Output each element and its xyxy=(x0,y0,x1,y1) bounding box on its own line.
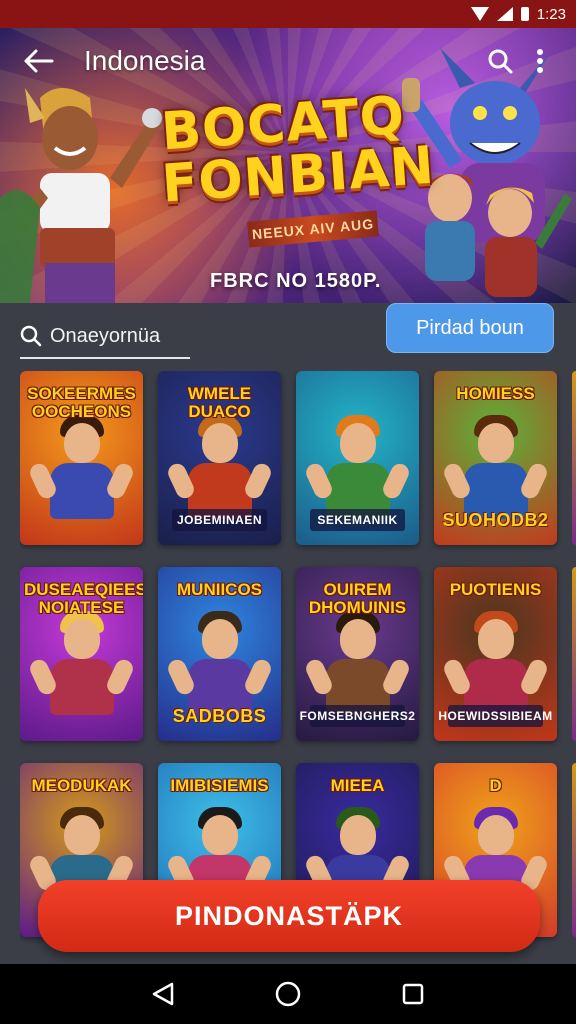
game-card-title: HOMIESS xyxy=(456,384,535,403)
game-character-body xyxy=(50,463,114,519)
game-character-head xyxy=(64,815,100,855)
game-card-subtitle: SEKEMANIIK xyxy=(310,509,405,531)
find-button[interactable]: Pirdad boun xyxy=(386,303,554,353)
hero-banner[interactable]: BOCATQ FONBIAN NEEUX AIV AUG FBRC NO 158… xyxy=(0,28,576,303)
warrior-character-left xyxy=(0,88,162,303)
game-character-arm xyxy=(104,656,136,698)
game-card-subtitle: FOMSEBNGHERS2 xyxy=(300,705,415,727)
nav-back-icon[interactable] xyxy=(143,974,183,1014)
game-card[interactable]: SOKEERMES OOCHEONS xyxy=(20,371,143,545)
game-card-title: WMELE DUACO xyxy=(187,384,252,421)
signal-icon xyxy=(496,7,513,21)
game-character-head xyxy=(340,815,376,855)
wifi-icon xyxy=(470,7,489,21)
game-card-subtitle: HOEWIDSSIBIEAM xyxy=(438,705,552,727)
game-character-head xyxy=(202,619,238,659)
battery-icon xyxy=(520,7,529,21)
nav-recents-icon[interactable] xyxy=(393,974,433,1014)
game-card-title: PUOTIENIS xyxy=(449,580,542,599)
search-row: Onaeyornüa Pirdad boun xyxy=(0,303,576,363)
game-character-head xyxy=(64,619,100,659)
game-card-subtitle: SADBOBS xyxy=(172,705,267,726)
game-card-partial[interactable] xyxy=(572,763,576,937)
search-input[interactable]: Onaeyornüa xyxy=(20,315,190,359)
search-icon[interactable] xyxy=(480,41,520,81)
game-character-arm xyxy=(518,460,550,502)
system-nav-bar xyxy=(0,964,576,1024)
game-card-title: MEODUKAK xyxy=(31,776,132,795)
game-character-arm xyxy=(242,656,274,698)
page-title: Indonesia xyxy=(84,45,206,76)
banner-logo: BOCATQ FONBIAN xyxy=(157,86,436,215)
banner-promo-text: FBRC NO 1580P. xyxy=(210,270,382,292)
game-character-head xyxy=(340,619,376,659)
game-card-title: IMIBISIEMIS xyxy=(170,776,269,795)
game-character-head xyxy=(478,619,514,659)
game-card-title: OUIREM DHOMUINIS xyxy=(308,580,407,617)
game-card-title: DUSEAEQIEES NOIATESE xyxy=(24,580,143,617)
game-character-arm xyxy=(380,656,412,698)
nav-home-icon[interactable] xyxy=(268,974,308,1014)
game-card-partial[interactable] xyxy=(572,371,576,545)
game-character-arm xyxy=(242,460,274,502)
game-card-subtitle: SUOHODB2 xyxy=(442,509,549,530)
game-character-arm xyxy=(380,460,412,502)
game-character-body xyxy=(50,659,114,715)
game-card[interactable]: SEKEMANIIK xyxy=(296,371,419,545)
game-character-arm xyxy=(518,656,550,698)
game-card-title: MUNIICOS xyxy=(177,580,262,599)
game-card[interactable]: WMELE DUACO JOBEMINAEN xyxy=(158,371,281,545)
game-character-head xyxy=(478,423,514,463)
game-card-title: D xyxy=(489,776,502,795)
status-time: 1:23 xyxy=(536,5,566,23)
game-card-subtitle: JOBEMINAEN xyxy=(172,509,267,531)
search-input-value: Onaeyornüa xyxy=(50,324,161,347)
game-card-partial[interactable] xyxy=(572,567,576,741)
download-cta-button[interactable]: PINDONASTÄPK xyxy=(38,880,540,952)
app-toolbar: Indonesia xyxy=(0,28,576,94)
game-card-title: MIEEA xyxy=(330,776,385,795)
back-arrow-icon[interactable] xyxy=(20,42,58,80)
game-card[interactable]: OUIREM DHOMUINIS FOMSEBNGHERS2 xyxy=(296,567,419,741)
status-bar: 1:23 xyxy=(0,0,576,28)
game-card[interactable]: HOMIESS SUOHODB2 xyxy=(434,371,557,545)
game-card[interactable]: MUNIICOS SADBOBS xyxy=(158,567,281,741)
game-card[interactable]: PUOTIENIS HOEWIDSSIBIEAM xyxy=(434,567,557,741)
game-character-head xyxy=(64,423,100,463)
game-card-title: SOKEERMES OOCHEONS xyxy=(27,384,136,421)
search-field-icon xyxy=(20,325,42,347)
game-character-head xyxy=(202,423,238,463)
game-character-head xyxy=(340,423,376,463)
game-character-arm xyxy=(104,460,136,502)
more-vert-icon[interactable] xyxy=(520,41,560,81)
game-character-head xyxy=(478,815,514,855)
game-grid: SOKEERMES OOCHEONS WMELE DUACO JOBEMINAEN S… xyxy=(20,371,576,963)
game-card[interactable]: DUSEAEQIEES NOIATESE xyxy=(20,567,143,741)
game-character-head xyxy=(202,815,238,855)
